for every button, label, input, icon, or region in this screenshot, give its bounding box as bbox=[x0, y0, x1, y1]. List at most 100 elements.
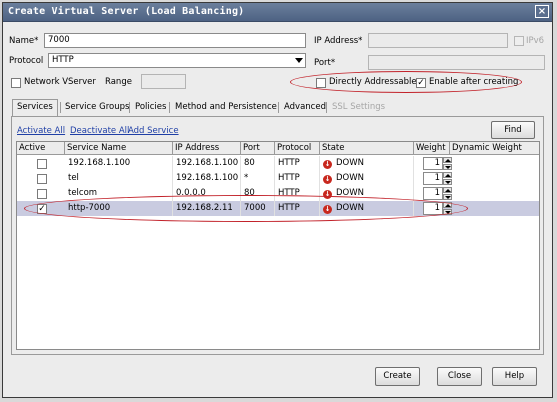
row-service-name: 192.168.1.100 bbox=[65, 156, 173, 171]
row-ip-address: 192.168.1.100 bbox=[173, 171, 241, 186]
help-button-label: Help bbox=[504, 371, 525, 381]
create-virtual-server-dialog: Create Virtual Server (Load Balancing) ×… bbox=[2, 2, 553, 398]
col-active-header[interactable]: Active bbox=[17, 142, 65, 155]
row-protocol: HTTP bbox=[275, 171, 320, 186]
deactivate-all-link[interactable]: Deactivate All bbox=[70, 126, 129, 136]
col-ip-address-header[interactable]: IP Address bbox=[173, 142, 241, 155]
tab-divider bbox=[129, 102, 130, 113]
range-label: Range bbox=[105, 77, 132, 87]
table-row[interactable]: 192.168.1.100 192.168.1.100 80 HTTP ↓ DOW… bbox=[17, 156, 539, 171]
row-state: ↓ DOWN bbox=[320, 186, 414, 201]
row-service-name: http-7000 bbox=[65, 201, 173, 216]
name-input[interactable]: 7000 bbox=[44, 33, 306, 48]
directly-addressable-checkbox[interactable] bbox=[316, 78, 326, 88]
tab-ssl-settings[interactable]: SSL Settings bbox=[328, 100, 389, 115]
stepper-down-icon[interactable] bbox=[443, 209, 452, 215]
row-ip-address: 0.0.0.0 bbox=[173, 186, 241, 201]
stepper-up-icon[interactable] bbox=[443, 157, 452, 163]
tab-advanced[interactable]: Advanced bbox=[280, 100, 330, 115]
name-label: Name* bbox=[9, 36, 39, 46]
row-state: ↓ DOWN bbox=[320, 201, 414, 216]
port-input[interactable] bbox=[368, 55, 545, 70]
row-port: 80 bbox=[241, 186, 275, 201]
weight-value[interactable]: 1 bbox=[423, 157, 443, 170]
tab-divider bbox=[278, 102, 279, 113]
row-active-checkbox[interactable] bbox=[37, 174, 47, 184]
table-row[interactable]: tel 192.168.1.100 * HTTP ↓ DOWN 1 bbox=[17, 171, 539, 186]
stepper-up-icon[interactable] bbox=[443, 187, 452, 193]
row-protocol: HTTP bbox=[275, 156, 320, 171]
row-service-name: tel bbox=[65, 171, 173, 186]
add-service-link[interactable]: Add Service bbox=[128, 126, 179, 136]
find-button[interactable]: Find bbox=[491, 121, 535, 139]
row-active-checkbox[interactable]: ✓ bbox=[37, 204, 47, 214]
port-label: Port* bbox=[314, 58, 336, 68]
row-port: 7000 bbox=[241, 201, 275, 216]
weight-value[interactable]: 1 bbox=[423, 172, 443, 185]
tab-divider bbox=[326, 102, 327, 113]
tab-service-groups[interactable]: Service Groups bbox=[61, 100, 133, 115]
enable-after-creating-checkbox[interactable]: ✓ bbox=[416, 78, 426, 88]
col-service-name-header[interactable]: Service Name bbox=[65, 142, 173, 155]
tab-policies[interactable]: Policies bbox=[131, 100, 170, 115]
state-down-icon: ↓ bbox=[323, 175, 332, 184]
row-state: ↓ DOWN bbox=[320, 171, 414, 186]
row-active-checkbox[interactable] bbox=[37, 159, 47, 169]
ip-address-input[interactable] bbox=[368, 33, 508, 48]
ip-address-label: IP Address* bbox=[314, 36, 363, 46]
table-row[interactable]: telcom 0.0.0.0 80 HTTP ↓ DOWN 1 bbox=[17, 186, 539, 201]
help-button[interactable]: Help bbox=[492, 367, 537, 386]
stepper-down-icon[interactable] bbox=[443, 179, 452, 185]
chevron-down-icon bbox=[295, 58, 303, 63]
table-row-selected[interactable]: ✓ http-7000 192.168.2.11 7000 HTTP ↓ DOWN… bbox=[17, 201, 539, 216]
title-bar[interactable]: Create Virtual Server (Load Balancing) × bbox=[3, 3, 552, 22]
row-ip-address: 192.168.2.11 bbox=[173, 201, 241, 216]
services-table: Active Service Name IP Address Port Prot… bbox=[16, 141, 540, 350]
stepper-down-icon[interactable] bbox=[443, 164, 452, 170]
row-state-label: DOWN bbox=[336, 203, 364, 213]
row-state-label: DOWN bbox=[336, 158, 364, 168]
services-panel: Activate All Deactivate All Add Service … bbox=[11, 116, 544, 355]
state-down-icon: ↓ bbox=[323, 205, 332, 214]
col-port-header[interactable]: Port bbox=[241, 142, 275, 155]
col-state-header[interactable]: State bbox=[320, 142, 414, 155]
col-dynamic-weight-header[interactable]: Dynamic Weight bbox=[450, 142, 539, 155]
state-down-icon: ↓ bbox=[323, 160, 332, 169]
tab-method-persistence[interactable]: Method and Persistence bbox=[171, 100, 281, 115]
window-title: Create Virtual Server (Load Balancing) bbox=[8, 6, 245, 17]
create-button-label: Create bbox=[383, 371, 412, 381]
tab-divider bbox=[169, 102, 170, 113]
stepper-down-icon[interactable] bbox=[443, 194, 452, 200]
ipv6-checkbox[interactable] bbox=[514, 36, 524, 46]
col-protocol-header[interactable]: Protocol bbox=[275, 142, 320, 155]
close-button[interactable]: Close bbox=[437, 367, 482, 386]
stepper-up-icon[interactable] bbox=[443, 202, 452, 208]
row-service-name: telcom bbox=[65, 186, 173, 201]
tab-services[interactable]: Services bbox=[12, 99, 58, 117]
range-input[interactable] bbox=[141, 74, 186, 89]
weight-value[interactable]: 1 bbox=[423, 187, 443, 200]
row-state-label: DOWN bbox=[336, 173, 364, 183]
row-protocol: HTTP bbox=[275, 201, 320, 216]
row-port: 80 bbox=[241, 156, 275, 171]
ipv6-label: IPv6 bbox=[526, 36, 545, 46]
row-protocol: HTTP bbox=[275, 186, 320, 201]
stepper-up-icon[interactable] bbox=[443, 172, 452, 178]
row-active-checkbox[interactable] bbox=[37, 189, 47, 199]
enable-after-creating-label: Enable after creating bbox=[429, 77, 519, 87]
activate-all-link[interactable]: Activate All bbox=[17, 126, 65, 136]
protocol-select[interactable]: HTTP bbox=[48, 53, 306, 68]
network-vserver-checkbox[interactable] bbox=[11, 78, 21, 88]
row-ip-address: 192.168.1.100 bbox=[173, 156, 241, 171]
protocol-label: Protocol bbox=[9, 56, 44, 66]
network-vserver-label: Network VServer bbox=[24, 77, 96, 87]
close-button-label: Close bbox=[447, 371, 472, 381]
weight-value[interactable]: 1 bbox=[423, 202, 443, 215]
create-button[interactable]: Create bbox=[375, 367, 420, 386]
directly-addressable-label: Directly Addressable bbox=[329, 77, 417, 87]
close-icon[interactable]: × bbox=[535, 5, 549, 18]
col-weight-header[interactable]: Weight bbox=[414, 142, 450, 155]
protocol-value: HTTP bbox=[52, 55, 74, 65]
row-state: ↓ DOWN bbox=[320, 156, 414, 171]
row-port: * bbox=[241, 171, 275, 186]
